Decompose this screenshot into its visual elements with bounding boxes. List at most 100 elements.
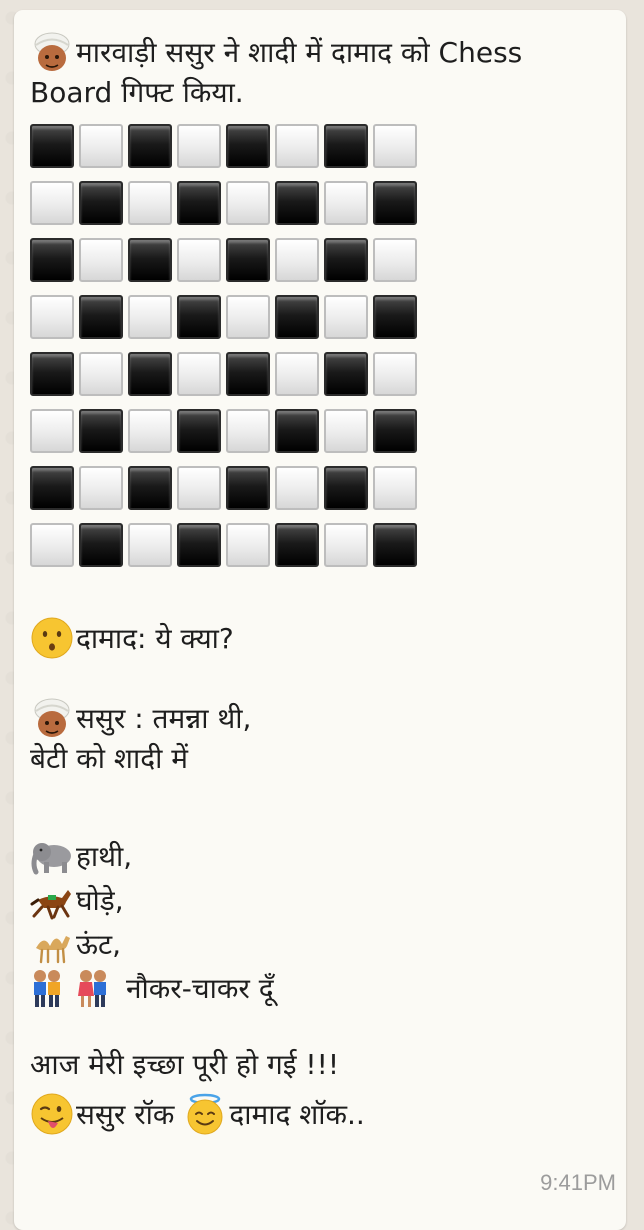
white-square-icon	[177, 238, 221, 282]
white-square-icon	[30, 295, 74, 339]
question-text: दामाद: ये क्या?	[76, 622, 234, 655]
rock-text-2: दामाद शॉक..	[229, 1098, 365, 1131]
white-square-icon	[324, 181, 368, 225]
white-square-icon	[324, 409, 368, 453]
black-square-icon	[324, 238, 368, 282]
black-square-icon	[226, 238, 270, 282]
white-square-icon	[275, 124, 319, 168]
board-row	[30, 238, 430, 295]
headline: मारवाड़ी ससुर ने शादी में दामाद को Chess…	[30, 30, 610, 112]
camel-icon	[30, 922, 74, 966]
board-row	[30, 295, 430, 352]
black-square-icon	[128, 352, 172, 396]
black-square-icon	[226, 352, 270, 396]
black-square-icon	[128, 238, 172, 282]
white-square-icon	[128, 523, 172, 567]
white-square-icon	[226, 295, 270, 339]
white-square-icon	[177, 124, 221, 168]
bubble-tail	[16, 20, 30, 42]
black-square-icon	[128, 124, 172, 168]
black-square-icon	[324, 124, 368, 168]
white-square-icon	[79, 352, 123, 396]
black-square-icon	[373, 523, 417, 567]
black-square-icon	[128, 466, 172, 510]
horse-text: घोड़े,	[76, 884, 124, 917]
halo-smile-face-icon	[183, 1092, 227, 1136]
final-line: आज मेरी इच्छा पूरी हो गई !!!	[30, 1048, 340, 1081]
headline-text: मारवाड़ी ससुर ने शादी में दामाद को Chess…	[30, 36, 523, 109]
black-square-icon	[226, 466, 270, 510]
winking-tongue-face-icon	[30, 1092, 74, 1136]
black-square-icon	[373, 295, 417, 339]
black-square-icon	[373, 181, 417, 225]
white-square-icon	[79, 466, 123, 510]
sasur-line: ससुर : तमन्ना थी,	[30, 696, 610, 740]
black-square-icon	[30, 352, 74, 396]
black-square-icon	[79, 181, 123, 225]
white-square-icon	[128, 295, 172, 339]
elephant-line: हाथी,	[30, 834, 610, 878]
board-row	[30, 352, 430, 409]
black-square-icon	[79, 523, 123, 567]
white-square-icon	[30, 523, 74, 567]
board-row	[30, 124, 430, 181]
black-square-icon	[30, 124, 74, 168]
black-square-icon	[226, 124, 270, 168]
black-square-icon	[373, 409, 417, 453]
black-square-icon	[177, 295, 221, 339]
white-square-icon	[373, 124, 417, 168]
white-square-icon	[226, 523, 270, 567]
sasur-text: ससुर : तमन्ना थी,	[76, 702, 252, 735]
white-square-icon	[275, 466, 319, 510]
camel-line: ऊंट,	[30, 922, 610, 966]
white-square-icon	[177, 352, 221, 396]
black-square-icon	[79, 409, 123, 453]
white-square-icon	[30, 181, 74, 225]
black-square-icon	[30, 238, 74, 282]
black-square-icon	[275, 523, 319, 567]
white-square-icon	[128, 181, 172, 225]
rock-text-1: ससुर रॉक	[76, 1098, 175, 1131]
white-square-icon	[177, 466, 221, 510]
turban-man-icon	[30, 696, 74, 740]
white-square-icon	[324, 295, 368, 339]
timestamp: 9:41PM	[540, 1170, 616, 1195]
elephant-icon	[30, 834, 74, 878]
message-content: मारवाड़ी ससुर ने शादी में दामाद को Chess…	[30, 30, 610, 1136]
black-square-icon	[177, 181, 221, 225]
white-square-icon	[275, 352, 319, 396]
board-row	[30, 523, 430, 580]
chess-board	[30, 124, 430, 580]
black-square-icon	[324, 352, 368, 396]
turban-man-icon	[30, 30, 74, 74]
hushed-face-icon	[30, 616, 74, 660]
black-square-icon	[177, 409, 221, 453]
white-square-icon	[373, 466, 417, 510]
white-square-icon	[226, 181, 270, 225]
beti-line: बेटी को शादी में	[30, 742, 188, 775]
rock-line: ससुर रॉक दामाद शॉक..	[30, 1092, 610, 1136]
board-row	[30, 181, 430, 238]
black-square-icon	[79, 295, 123, 339]
white-square-icon	[373, 352, 417, 396]
black-square-icon	[275, 409, 319, 453]
board-row	[30, 466, 430, 523]
black-square-icon	[30, 466, 74, 510]
camel-text: ऊंट,	[76, 928, 121, 961]
white-square-icon	[373, 238, 417, 282]
horse-icon	[30, 878, 74, 922]
black-square-icon	[275, 295, 319, 339]
white-square-icon	[226, 409, 270, 453]
white-square-icon	[30, 409, 74, 453]
people-text: नौकर-चाकर दूँ	[126, 972, 274, 1005]
elephant-text: हाथी,	[76, 840, 133, 873]
white-square-icon	[79, 238, 123, 282]
horse-line: घोड़े,	[30, 878, 610, 922]
message-bubble[interactable]: मारवाड़ी ससुर ने शादी में दामाद को Chess…	[14, 10, 626, 1230]
black-square-icon	[275, 181, 319, 225]
question-line: दामाद: ये क्या?	[30, 616, 610, 660]
people-line: नौकर-चाकर दूँ	[30, 966, 610, 1010]
white-square-icon	[79, 124, 123, 168]
white-square-icon	[128, 409, 172, 453]
board-row	[30, 409, 430, 466]
